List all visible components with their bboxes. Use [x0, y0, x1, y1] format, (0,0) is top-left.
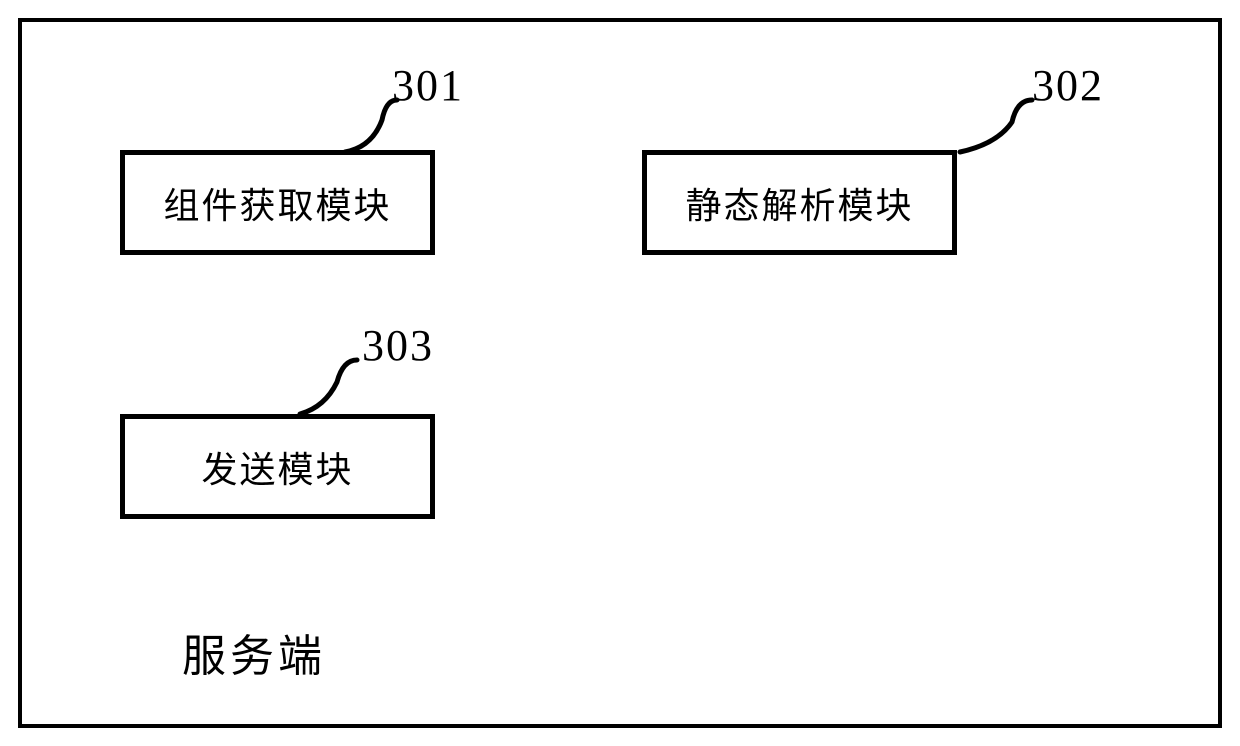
module-302-title: 静态解析模块 — [685, 177, 913, 229]
static-parse-module-box: 静态解析模块 — [642, 150, 957, 255]
module-302-number: 302 — [1032, 60, 1104, 111]
server-container: 组件获取模块 301 静态解析模块 302 发送模块 303 服务端 — [18, 18, 1222, 728]
send-module-box: 发送模块 — [120, 414, 435, 519]
module-303-title: 发送模块 — [201, 441, 353, 493]
module-303-number: 303 — [362, 320, 434, 371]
module-301-number: 301 — [392, 60, 464, 111]
component-acquisition-module-box: 组件获取模块 — [120, 150, 435, 255]
module-301-title: 组件获取模块 — [163, 177, 391, 229]
container-label: 服务端 — [182, 620, 326, 684]
